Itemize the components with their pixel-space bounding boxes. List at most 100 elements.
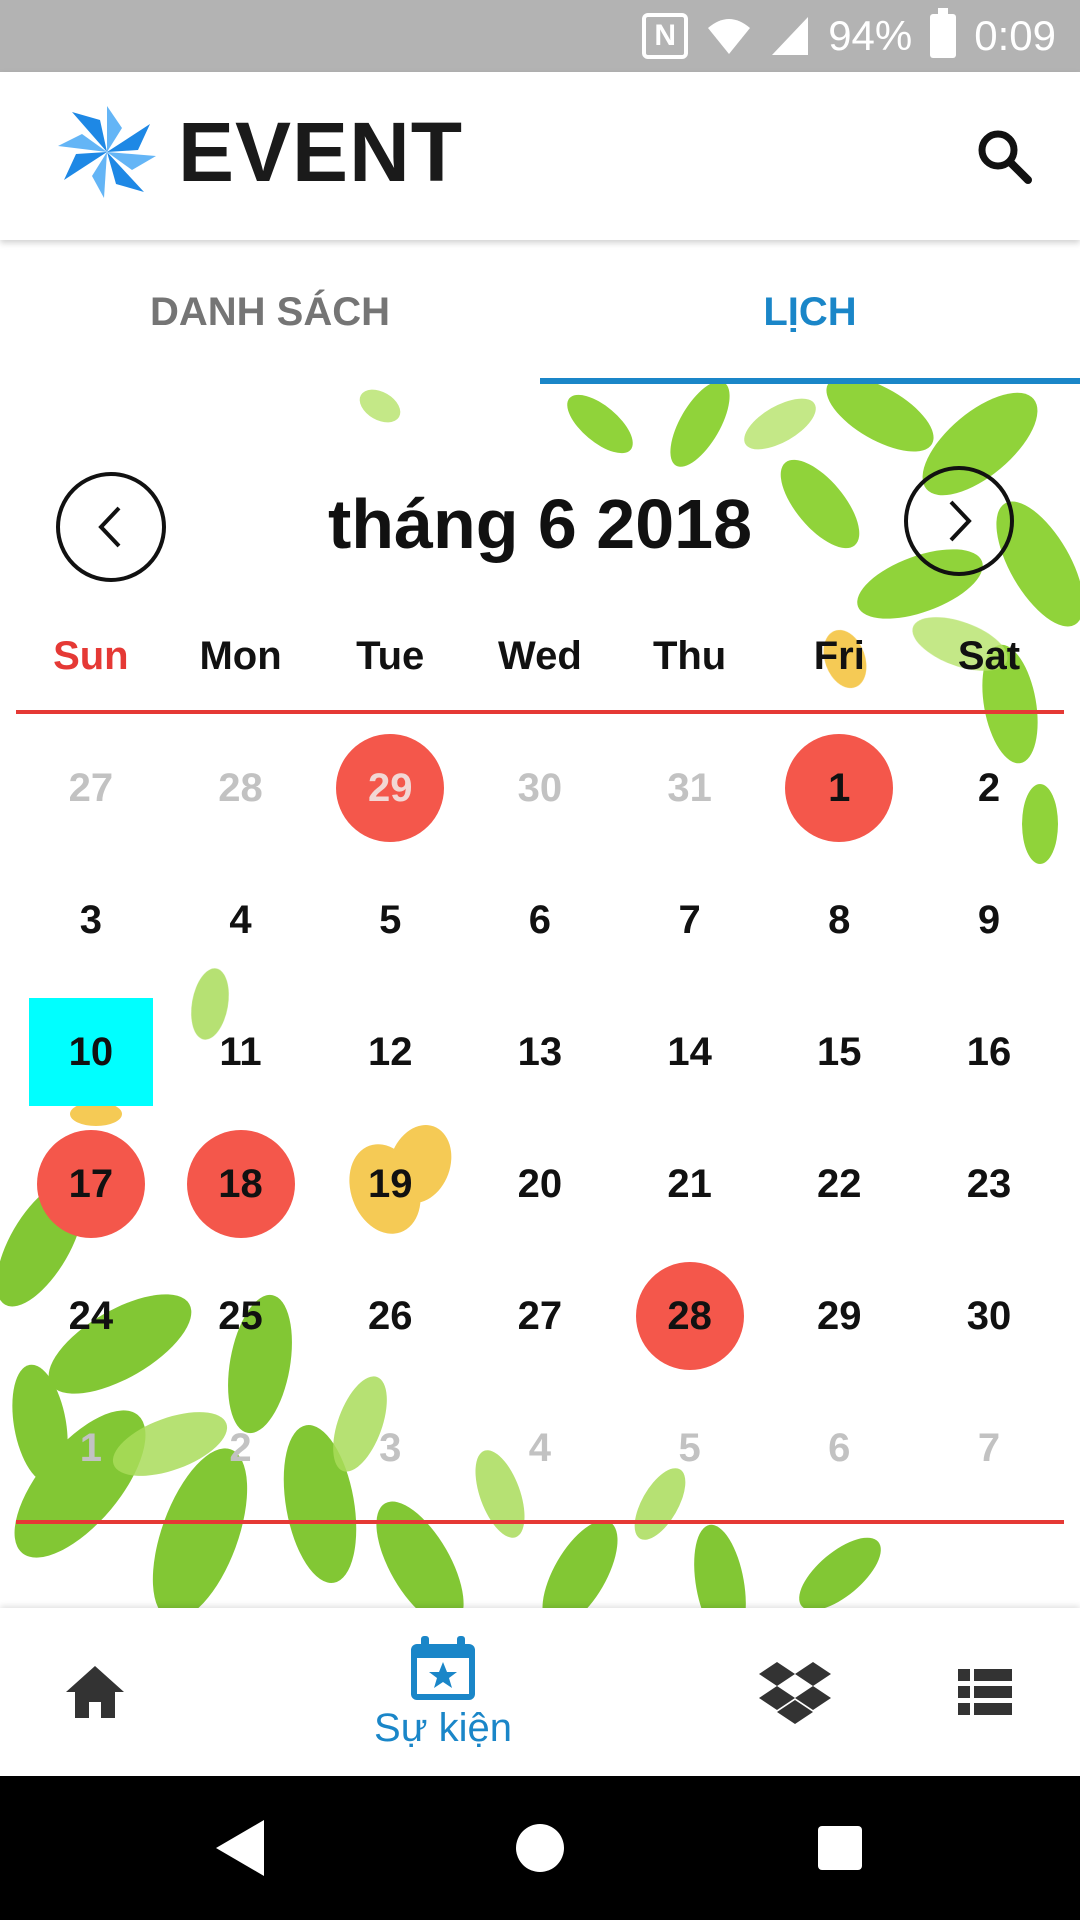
calendar-week-row: 17 18 19 20 21 22 23 (16, 1118, 1064, 1250)
day-number: 30 (966, 1293, 1012, 1338)
calendar-day[interactable]: 5 (615, 1382, 765, 1514)
day-number: 5 (678, 1425, 701, 1470)
calendar-day[interactable]: 13 (465, 986, 615, 1118)
day-number: 24 (68, 1293, 114, 1338)
day-number: 25 (218, 1293, 263, 1338)
day-number: 28 (667, 1293, 712, 1338)
day-number: 1 (828, 765, 851, 810)
calendar-week-row: 24 25 26 27 28 29 30 (16, 1250, 1064, 1382)
weekday-label: Sun (53, 634, 129, 678)
chevron-right-icon (949, 500, 972, 542)
calendar-day[interactable]: 30 (465, 722, 615, 854)
day-number: 18 (218, 1161, 263, 1206)
weekday-label: Thu (652, 634, 727, 678)
calendar-day[interactable]: 20 (465, 1118, 615, 1250)
day-number: 14 (667, 1029, 712, 1074)
calendar-day[interactable]: 21 (615, 1118, 765, 1250)
calendar-day[interactable]: 31 (615, 722, 765, 854)
calendar-week-row: 27 28 29 30 31 1 2 (16, 722, 1064, 854)
calendar-day[interactable]: 4 (465, 1382, 615, 1514)
calendar-day[interactable]: 3 (16, 854, 166, 986)
system-nav-bar (0, 1776, 1080, 1920)
calendar-day[interactable]: 5 (315, 854, 465, 986)
calendar-day[interactable]: 1 (16, 1382, 166, 1514)
search-button[interactable] (964, 116, 1044, 196)
calendar-day[interactable]: 11 (166, 986, 316, 1118)
calendar-day-event[interactable]: 28 (615, 1250, 765, 1382)
nfc-icon: N (642, 13, 689, 59)
battery-icon (930, 8, 957, 58)
day-number: 13 (517, 1029, 563, 1074)
calendar-day[interactable]: 27 (16, 722, 166, 854)
day-number: 8 (828, 897, 851, 942)
calendar-day[interactable]: 4 (166, 854, 316, 986)
calendar-day[interactable]: 28 (166, 722, 316, 854)
calendar-day[interactable]: 3 (315, 1382, 465, 1514)
calendar-day-event[interactable]: 1 (764, 722, 914, 854)
calendar-day[interactable]: 16 (914, 986, 1064, 1118)
day-number: 4 (528, 1425, 552, 1470)
next-month-button[interactable] (904, 466, 1014, 576)
nav-list[interactable] (930, 1608, 1040, 1776)
calendar-week-row: 3 4 5 6 7 8 9 (16, 854, 1064, 986)
tab-list[interactable]: DANH SÁCH (0, 240, 540, 384)
calendar-day[interactable]: 7 (615, 854, 765, 986)
calendar-day[interactable]: 9 (914, 854, 1064, 986)
calendar-day[interactable]: 12 (315, 986, 465, 1118)
day-number: 17 (68, 1161, 114, 1206)
day-number: 29 (817, 1293, 862, 1338)
calendar-day[interactable]: 25 (166, 1250, 316, 1382)
calendar-day[interactable]: 30 (914, 1250, 1064, 1382)
day-number: 27 (517, 1293, 563, 1338)
calendar-day[interactable]: 2 (914, 722, 1064, 854)
calendar-day[interactable]: 6 (764, 1382, 914, 1514)
back-button[interactable] (208, 1816, 272, 1880)
day-number: 28 (218, 765, 263, 810)
calendar-day[interactable]: 29 (764, 1250, 914, 1382)
recents-button[interactable] (808, 1816, 872, 1880)
calendar-day[interactable]: 26 (315, 1250, 465, 1382)
nav-home[interactable] (40, 1608, 150, 1776)
weekday-label: Sat (957, 634, 1021, 678)
tab-calendar[interactable]: LỊCH (540, 240, 1080, 384)
day-number: 22 (817, 1161, 862, 1206)
calendar-day[interactable]: 19 (315, 1118, 465, 1250)
search-icon (978, 130, 1032, 184)
calendar-day[interactable]: 14 (615, 986, 765, 1118)
calendar-day[interactable]: 27 (465, 1250, 615, 1382)
day-number: 6 (828, 1425, 851, 1470)
calendar-day[interactable]: 22 (764, 1118, 914, 1250)
calendar-day-today[interactable]: 10 (16, 986, 166, 1118)
day-number: 1 (79, 1425, 102, 1470)
divider (16, 1520, 1064, 1524)
calendar-day-event[interactable]: 17 (16, 1118, 166, 1250)
calendar-day[interactable]: 2 (166, 1382, 316, 1514)
calendar-day[interactable]: 7 (914, 1382, 1064, 1514)
day-number: 31 (667, 765, 712, 810)
calendar-star-icon (411, 1635, 475, 1700)
calendar-day[interactable]: 24 (16, 1250, 166, 1382)
calendar-day[interactable]: 6 (465, 854, 615, 986)
calendar-day-event[interactable]: 18 (166, 1118, 316, 1250)
day-number: 3 (379, 1425, 402, 1470)
day-number: 26 (367, 1293, 413, 1338)
calendar-day[interactable]: 15 (764, 986, 914, 1118)
weekday-label: Tue (356, 634, 425, 678)
calendar-week-row: 10 11 12 13 14 15 16 (16, 986, 1064, 1118)
weekday-label: Wed (498, 634, 582, 678)
day-number: 21 (667, 1161, 712, 1206)
signal-icon (770, 15, 810, 57)
calendar-day[interactable]: 8 (764, 854, 914, 986)
nav-dropbox[interactable] (740, 1608, 850, 1776)
day-number: 19 (367, 1161, 413, 1206)
nav-events[interactable]: Sự kiện (350, 1608, 536, 1776)
calendar-day-event[interactable]: 29 (315, 722, 465, 854)
calendar-day[interactable]: 23 (914, 1118, 1064, 1250)
day-number: 7 (678, 897, 701, 942)
wifi-icon (706, 16, 752, 56)
home-button[interactable] (508, 1816, 572, 1880)
day-number: 10 (68, 1029, 114, 1074)
app-logo: EVENT (52, 102, 463, 202)
day-number: 9 (977, 897, 1001, 942)
weekday-label: Mon (199, 634, 282, 678)
